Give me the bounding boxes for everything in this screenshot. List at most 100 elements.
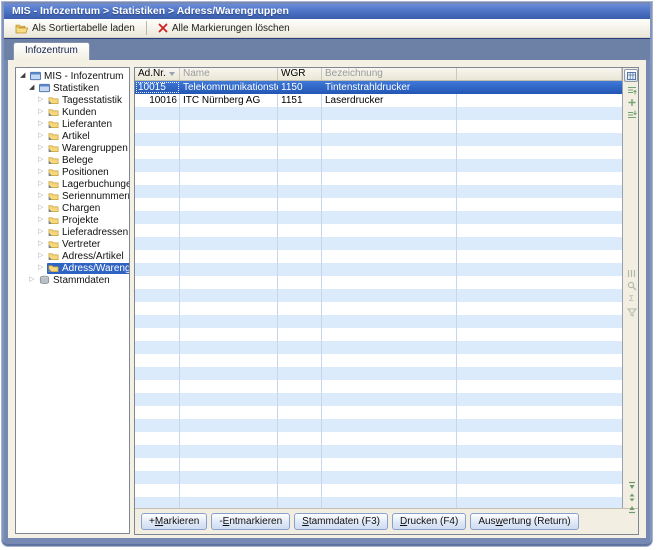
column-header-bezeichnung[interactable]: Bezeichnung (322, 68, 457, 80)
jump-first-icon[interactable] (626, 480, 637, 490)
tree-item-kunden[interactable]: Kunden (16, 106, 129, 118)
folder-icon (48, 191, 60, 201)
stammdaten-button[interactable]: Stammdaten (F3) (294, 513, 388, 530)
folder-icon (48, 263, 60, 273)
folder-icon (48, 155, 60, 165)
column-header-empty[interactable] (457, 68, 622, 80)
collapsed-arrow-icon[interactable] (38, 214, 47, 226)
tree-item-seriennummern[interactable]: Seriennummern (16, 190, 129, 202)
tree-item-stammdaten[interactable]: Stammdaten (16, 274, 129, 286)
group-expand-icon[interactable] (626, 109, 637, 119)
tree-item-adress-warengruppen[interactable]: Adress/Warengruppen (16, 262, 129, 274)
group-collapse-icon[interactable] (626, 85, 637, 95)
column-header-adnr[interactable]: Ad.Nr. (135, 68, 180, 80)
cell-adnr[interactable]: 10015 (135, 81, 180, 94)
app-window-icon (39, 83, 51, 93)
group-add-icon[interactable] (626, 97, 637, 107)
drucken-button[interactable]: Drucken (F4) (392, 513, 466, 530)
tree-item-label: Chargen (60, 203, 102, 214)
folder-icon (48, 251, 60, 261)
tree-item-mis-infozentrum[interactable]: MIS - Infozentrum (16, 70, 129, 82)
collapsed-arrow-icon[interactable] (38, 262, 47, 274)
clear-marks-button[interactable]: Alle Markierungen löschen (153, 20, 295, 36)
collapsed-arrow-icon[interactable] (38, 118, 47, 130)
search-icon[interactable] (626, 281, 637, 291)
expanded-arrow-icon[interactable] (20, 70, 29, 82)
filter-icon[interactable] (626, 307, 637, 317)
cell-wgr[interactable]: 1151 (278, 94, 322, 107)
auswertung-button[interactable]: Auswertung (Return) (470, 513, 578, 530)
cell-wgr[interactable]: 1150 (278, 81, 322, 94)
collapsed-arrow-icon[interactable] (38, 202, 47, 214)
unmark-button[interactable]: - Entmarkieren (211, 513, 290, 530)
folder-icon (48, 95, 60, 105)
tree-item-belege[interactable]: Belege (16, 154, 129, 166)
tree-item-artikel[interactable]: Artikel (16, 130, 129, 142)
grid-settings-button[interactable] (624, 69, 638, 82)
cell-bezeichnung[interactable]: Laserdrucker (322, 94, 457, 107)
cell-empty[interactable] (457, 81, 622, 94)
mark-button[interactable]: + Markieren (141, 513, 207, 530)
tree-item-warengruppen[interactable]: Warengruppen (16, 142, 129, 154)
expanded-arrow-icon[interactable] (29, 82, 38, 94)
load-sort-table-label: Als Sortiertabelle laden (32, 23, 135, 34)
tree-item-lieferanten[interactable]: Lieferanten (16, 118, 129, 130)
cell-name[interactable]: Telekommunikationste (180, 81, 278, 94)
button-label-part: ntmarkieren (229, 516, 282, 527)
tree-item-tagesstatistik[interactable]: Tagesstatistik (16, 94, 129, 106)
folder-icon (48, 107, 60, 117)
grid-footer-bar: + Markieren - Entmarkieren Stammdaten (F… (135, 508, 638, 534)
tree-item-lieferadressen[interactable]: Lieferadressen (16, 226, 129, 238)
collapsed-arrow-icon[interactable] (38, 106, 47, 118)
tree-item-statistiken[interactable]: Statistiken (16, 82, 129, 94)
button-label-part: rucken (F4) (407, 516, 458, 527)
load-sort-table-button[interactable]: Als Sortiertabelle laden (10, 20, 140, 36)
cell-name[interactable]: ITC Nürnberg AG (180, 94, 278, 107)
cell-adnr[interactable]: 10016 (135, 94, 180, 107)
collapsed-arrow-icon[interactable] (38, 250, 47, 262)
grid-body[interactable]: 10015 Telekommunikationste 1150 Tintenst… (135, 81, 622, 508)
cell-bezeichnung[interactable]: Tintenstrahldrucker (322, 81, 457, 94)
tree-item-chargen[interactable]: Chargen (16, 202, 129, 214)
collapsed-arrow-icon[interactable] (38, 238, 47, 250)
collapsed-arrow-icon[interactable] (38, 166, 47, 178)
tree-item-label: Belege (60, 155, 95, 166)
collapsed-arrow-icon[interactable] (38, 226, 47, 238)
tree-item-label: Positionen (60, 167, 111, 178)
tree-item-label: Vertreter (60, 239, 102, 250)
button-label-part: arkieren (163, 516, 199, 527)
columns-icon[interactable] (626, 268, 637, 278)
tree-item-lagerbuchungen[interactable]: Lagerbuchungen (16, 178, 129, 190)
cell-empty[interactable] (457, 94, 622, 107)
collapsed-arrow-icon[interactable] (38, 142, 47, 154)
tree-item-vertreter[interactable]: Vertreter (16, 238, 129, 250)
tree-item-label: Warengruppen (60, 143, 130, 154)
grid-area: Ad.Nr. Name WGR Bezeichnung (135, 68, 623, 508)
sum-icon[interactable]: Σ (626, 294, 637, 304)
jump-last-icon[interactable] (626, 504, 637, 514)
tree-item-label: Lieferadressen (60, 227, 130, 238)
folder-icon (48, 131, 60, 141)
tab-infozentrum[interactable]: Infozentrum (13, 42, 90, 60)
collapsed-arrow-icon[interactable] (38, 154, 47, 166)
tree-item-adress-artikel[interactable]: Adress/Artikel (16, 250, 129, 262)
tree-item-projekte[interactable]: Projekte (16, 214, 129, 226)
button-label-part: D (400, 516, 407, 527)
collapsed-arrow-icon[interactable] (38, 178, 47, 190)
collapsed-arrow-icon[interactable] (38, 94, 47, 106)
tree-item-positionen[interactable]: Positionen (16, 166, 129, 178)
jump-selected-icon[interactable] (626, 492, 637, 502)
window-title: MIS - Infozentrum > Statistiken > Adress… (12, 5, 289, 17)
column-separator (179, 81, 180, 508)
table-row[interactable]: 10016 ITC Nürnberg AG 1151 Laserdrucker (135, 94, 622, 107)
tree-item-label: Lieferanten (60, 119, 114, 130)
folder-icon (48, 215, 60, 225)
table-row-selected[interactable]: 10015 Telekommunikationste 1150 Tintenst… (135, 81, 622, 94)
collapsed-arrow-icon[interactable] (38, 190, 47, 202)
tree-item-label: Lagerbuchungen (60, 179, 130, 190)
column-separator (321, 81, 322, 508)
column-header-wgr[interactable]: WGR (278, 68, 322, 80)
column-header-name[interactable]: Name (180, 68, 278, 80)
collapsed-arrow-icon[interactable] (38, 130, 47, 142)
collapsed-arrow-icon[interactable] (29, 274, 38, 286)
